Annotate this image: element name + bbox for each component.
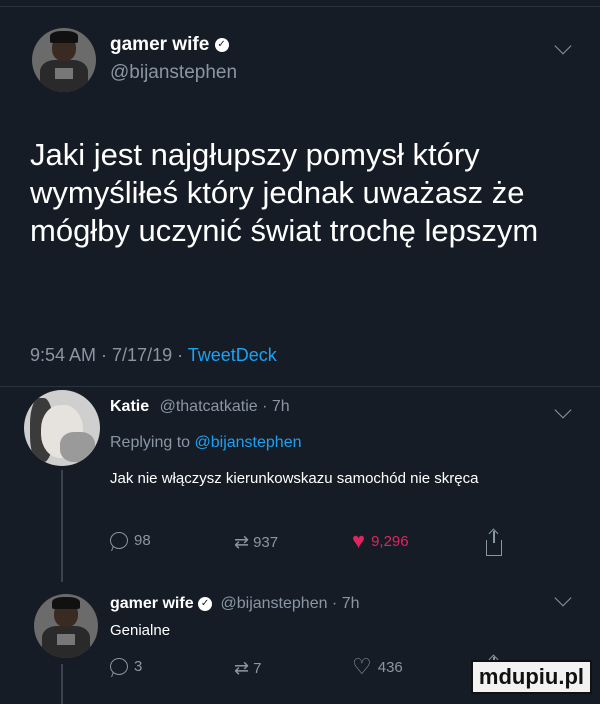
reply-count: 3: [134, 658, 143, 675]
like-count: 436: [377, 658, 403, 676]
handle-time[interactable]: @thatcatkatie · 7h: [160, 398, 290, 415]
chevron-down-icon[interactable]: [554, 589, 572, 607]
reply-button[interactable]: 98: [110, 532, 151, 549]
thread-line: [61, 664, 63, 704]
reply-button[interactable]: 3: [110, 658, 142, 675]
watermark-logo: mdupiu.pl: [470, 660, 592, 694]
verified-icon: ✓: [198, 596, 213, 611]
thread-line: [61, 470, 63, 582]
verified-icon: ✓: [214, 37, 229, 52]
heart-icon: ♥: [352, 528, 366, 553]
heart-outline-icon: ♡: [352, 654, 372, 679]
like-button[interactable]: ♡ 436: [352, 654, 403, 679]
replying-to-link[interactable]: @bijanstephen: [195, 434, 302, 451]
reply-header: gamer wife ✓ @bijanstephen · 7h: [110, 595, 360, 613]
share-icon: [486, 531, 502, 556]
chevron-down-icon[interactable]: [554, 401, 572, 419]
retweet-count: 7: [253, 660, 262, 677]
reply-text: Jak nie włączysz kierunkowskazu samochód…: [110, 470, 479, 487]
avatar[interactable]: [32, 28, 96, 92]
retweet-button[interactable]: ⇄ 937: [234, 532, 278, 553]
retweet-icon: ⇄: [234, 658, 249, 678]
like-button[interactable]: ♥ 9,296: [352, 528, 409, 553]
display-name[interactable]: Katie: [110, 398, 149, 415]
tweet-text: Jaki jest najgłupszy pomysł który wymyśl…: [30, 137, 539, 248]
reply-icon: [110, 532, 128, 549]
retweet-icon: ⇄: [234, 532, 249, 552]
display-name[interactable]: gamer wife: [110, 595, 194, 612]
user-handle[interactable]: @bijanstephen: [110, 62, 237, 84]
tweet-client-link[interactable]: TweetDeck: [188, 345, 277, 365]
chevron-down-icon[interactable]: [554, 37, 572, 55]
tweet-meta: 9:54 AM · 7/17/19 · TweetDeck: [30, 345, 277, 366]
reply-text: Genialne: [110, 622, 171, 639]
avatar[interactable]: [34, 594, 98, 658]
avatar[interactable]: [24, 390, 100, 466]
retweet-count: 937: [253, 534, 279, 551]
tweet-timestamp[interactable]: 9:54 AM · 7/17/19 ·: [30, 345, 188, 365]
replying-to: Replying to @bijanstephen: [110, 434, 302, 451]
reply-count: 98: [134, 532, 151, 549]
share-button[interactable]: [486, 531, 502, 556]
like-count: 9,296: [371, 532, 409, 550]
divider: [0, 386, 600, 387]
main-tweet: gamer wife ✓ @bijanstephen Jaki jest naj…: [0, 0, 600, 388]
reply-header: Katie @thatcatkatie · 7h: [110, 398, 290, 416]
handle-time[interactable]: @bijanstephen · 7h: [221, 595, 360, 612]
display-name[interactable]: gamer wife ✓: [110, 34, 229, 56]
reply-icon: [110, 658, 128, 675]
retweet-button[interactable]: ⇄ 7: [234, 658, 261, 679]
